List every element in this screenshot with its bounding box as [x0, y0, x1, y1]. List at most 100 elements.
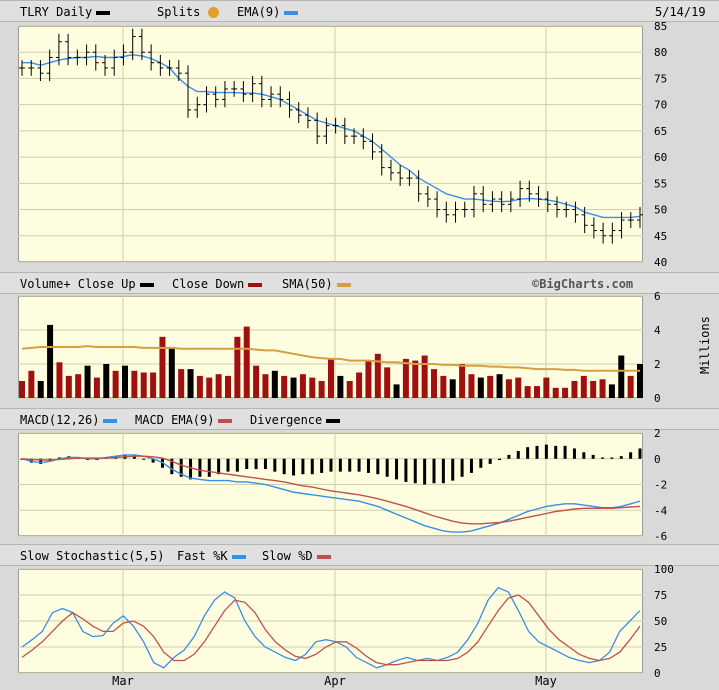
- volume-bar: [552, 387, 559, 398]
- divergence-bar: [563, 445, 567, 459]
- divergence-bar: [582, 452, 586, 459]
- divergence-bar: [207, 458, 211, 477]
- volume-tick-label: 4: [654, 324, 661, 337]
- volume-bar: [421, 355, 428, 398]
- price-tick-label: 55: [654, 177, 667, 190]
- divergence-bar: [282, 458, 286, 475]
- price-tick-label: 60: [654, 151, 667, 164]
- volume-bar: [75, 374, 82, 398]
- divergence-bar: [338, 458, 342, 472]
- divergence-bar: [526, 447, 530, 459]
- volume-bar: [122, 365, 128, 398]
- divergence-bar: [610, 457, 614, 459]
- macd-tick-label: 2: [654, 427, 661, 440]
- volume-bar: [140, 372, 147, 398]
- divergence-bar: [301, 458, 305, 475]
- volume-bar: [225, 375, 231, 398]
- volume-bar: [468, 374, 475, 398]
- price-tick-label: 40: [654, 256, 667, 269]
- volume-bar: [515, 377, 522, 398]
- divergence-bar: [385, 458, 389, 477]
- volume-tick-label: 0: [654, 392, 661, 405]
- price-tick-label: 70: [654, 99, 667, 112]
- volume-bar: [159, 336, 166, 398]
- volume-bar: [356, 372, 363, 398]
- volume-tick-label: 6: [654, 290, 661, 303]
- volume-bar: [365, 360, 372, 398]
- divergence-bar: [544, 444, 548, 459]
- volume-bar: [253, 365, 260, 398]
- price-tick-label: 65: [654, 125, 667, 138]
- volume-bar: [440, 375, 447, 398]
- volume-bar: [168, 347, 175, 398]
- stoch-tick-label: 25: [654, 641, 667, 654]
- stoch-tick-label: 100: [654, 563, 674, 576]
- volume-bar: [412, 360, 419, 398]
- volume-bar: [402, 358, 409, 398]
- volume-bar: [234, 336, 241, 398]
- volume-bar: [37, 381, 44, 398]
- volume-bar: [487, 375, 494, 398]
- chart-svg: 40 45 50 55 60 65 70 75 80 85 0 2 4 6 -6 -4 -2 0 2 0 25 50 75 1…: [18, 20, 674, 688]
- volume-bar: [299, 374, 306, 398]
- divergence-bar: [413, 458, 417, 484]
- price-tick-label: 50: [654, 204, 667, 217]
- divergence-bar: [329, 458, 333, 472]
- price-tick-label: 45: [654, 230, 667, 243]
- divergence-bar: [441, 458, 445, 484]
- divergence-bar: [516, 451, 520, 459]
- divergence-bar: [591, 454, 595, 459]
- divergence-bar: [479, 458, 483, 468]
- divergence-bar: [572, 448, 576, 459]
- volume-bar: [178, 369, 185, 398]
- macd-tick-label: -4: [654, 504, 668, 517]
- volume-bar: [618, 355, 625, 398]
- divergence-bar: [189, 458, 193, 480]
- volume-bar: [19, 381, 25, 398]
- volume-bar: [590, 381, 597, 398]
- stoch-tick-label: 75: [654, 589, 667, 602]
- price-tick-label: 75: [654, 72, 667, 85]
- divergence-bar: [376, 458, 380, 475]
- divergence-bar: [217, 458, 221, 475]
- volume-bar: [290, 377, 297, 398]
- divergence-bar: [198, 458, 202, 477]
- volume-bar: [215, 374, 222, 398]
- stoch-tick-label: 0: [654, 667, 661, 680]
- volume-bar: [28, 370, 35, 398]
- volume-bar: [84, 365, 91, 398]
- divergence-bar: [488, 458, 492, 464]
- volume-bar: [93, 377, 100, 398]
- volume-bar: [243, 326, 250, 398]
- volume-bar: [599, 379, 606, 398]
- volume-bar: [384, 367, 391, 398]
- stoch-tick-label: 50: [654, 615, 667, 628]
- divergence-bar: [292, 458, 296, 476]
- divergence-bar: [460, 458, 464, 477]
- divergence-bar: [451, 458, 455, 481]
- divergence-bar: [254, 458, 258, 470]
- divergence-bar: [404, 458, 408, 482]
- volume-bar: [271, 370, 278, 398]
- month-label: Apr: [324, 674, 346, 688]
- volume-bar: [103, 364, 110, 398]
- volume-bar: [328, 358, 334, 398]
- divergence-bar: [320, 458, 324, 473]
- divergence-bar: [245, 458, 249, 470]
- volume-bar: [580, 375, 587, 398]
- month-label: Mar: [112, 674, 134, 688]
- volume-bar: [459, 364, 466, 398]
- divergence-bar: [310, 458, 314, 475]
- volume-bar: [524, 386, 531, 398]
- volume-bar: [496, 374, 503, 398]
- divergence-bar: [507, 454, 511, 459]
- volume-tick-label: 2: [654, 358, 661, 371]
- divergence-bar: [357, 458, 361, 472]
- volume-bar: [637, 364, 643, 398]
- volume-bar: [56, 362, 63, 398]
- volume-bar: [393, 384, 400, 398]
- volume-bar: [627, 375, 634, 398]
- macd-tick-label: -6: [654, 530, 667, 543]
- volume-bar: [262, 374, 269, 398]
- divergence-bar: [226, 458, 230, 472]
